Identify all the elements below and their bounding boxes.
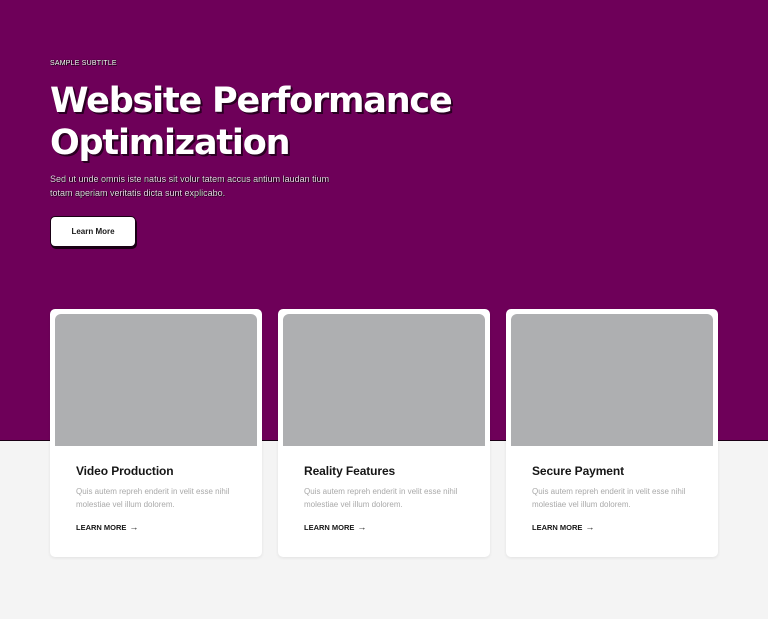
arrow-right-icon: → — [585, 522, 595, 532]
card-title: Reality Features — [304, 464, 396, 478]
card-image-placeholder — [511, 314, 713, 446]
hero-title: Website Performance Optimization — [50, 81, 453, 163]
card-image-placeholder — [283, 314, 485, 446]
hero-description: Sed ut unde omnis iste natus sit volur t… — [50, 174, 330, 198]
learn-more-link-label: LEARN MORE — [532, 523, 583, 532]
card-description: Quis autem repreh enderit in velit esse … — [76, 487, 230, 509]
arrow-right-icon: → — [129, 522, 139, 532]
feature-card-secure-payment: Secure Payment Quis autem repreh enderit… — [506, 309, 718, 557]
learn-more-link[interactable]: LEARN MORE → — [532, 522, 595, 533]
learn-more-link[interactable]: LEARN MORE → — [304, 522, 367, 533]
learn-more-link-label: LEARN MORE — [304, 523, 355, 532]
feature-card-reality-features: Reality Features Quis autem repreh ender… — [278, 309, 490, 557]
card-title: Video Production — [76, 464, 174, 478]
hero-subtitle: SAMPLE SUBTITLE — [50, 60, 117, 67]
learn-more-link[interactable]: LEARN MORE → — [76, 522, 139, 533]
feature-card-video-production: Video Production Quis autem repreh ender… — [50, 309, 262, 557]
card-description: Quis autem repreh enderit in velit esse … — [532, 487, 686, 509]
card-title: Secure Payment — [532, 464, 624, 478]
card-image-placeholder — [55, 314, 257, 446]
learn-more-link-label: LEARN MORE — [76, 523, 127, 532]
learn-more-button-label: Learn More — [71, 227, 115, 236]
learn-more-button[interactable]: Learn More — [50, 216, 136, 247]
arrow-right-icon: → — [357, 522, 367, 532]
card-description: Quis autem repreh enderit in velit esse … — [304, 487, 458, 509]
